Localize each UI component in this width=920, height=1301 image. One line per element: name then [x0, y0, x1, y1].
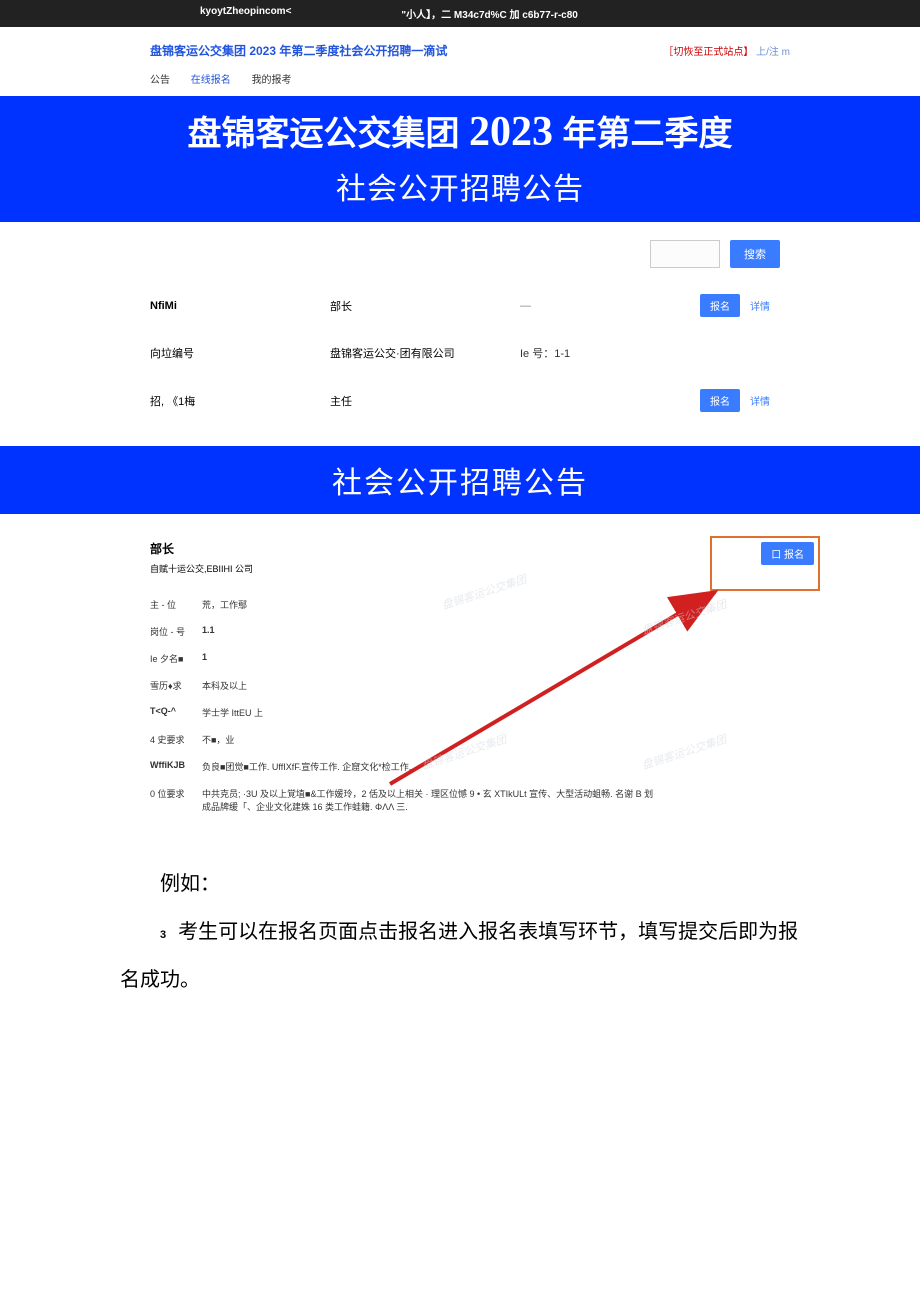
- detail-value: 1.1: [202, 625, 770, 638]
- list-row: 招, 《1梅 主任 报名 详情: [150, 375, 770, 426]
- detail-link[interactable]: 详情: [750, 298, 770, 313]
- tab-my-apply[interactable]: 我的报考: [252, 75, 292, 86]
- apply-button[interactable]: 报名: [700, 389, 740, 412]
- switch-site-link[interactable]: ［切恢至正式站点】: [663, 47, 753, 58]
- detail-label: 0 位要求: [150, 787, 202, 813]
- banner-prefix: 盘锦客运公交集团: [188, 115, 469, 153]
- row-name: NfiMi: [150, 300, 330, 312]
- row-company: 盘锦客运公交·团有限公司: [330, 345, 520, 361]
- highlighted-apply-box: 口 报名: [710, 536, 820, 591]
- search-input[interactable]: [650, 240, 720, 268]
- banner-line2: 社会公开招聘公告: [0, 164, 920, 208]
- apply-button[interactable]: 报名: [700, 294, 740, 317]
- banner-line1: 盘锦客运公交集团 2023 年第二季度: [0, 106, 920, 156]
- page-title: 盘锦客运公交集团 2023 年第二季度社会公开招聘一滴试: [150, 42, 447, 59]
- detail-value: 负良■团觉■工作. UffIXfF.宣传工作. 企窟文化*检工作.: [202, 760, 770, 773]
- row-code-label: 向垃编号: [150, 345, 330, 361]
- header-right: ［切恢至正式站点】 上/注 m: [663, 43, 790, 58]
- detail-value: 中共克员; ·3U 及以上覚埴■&工作媛玲，2 佸及以上相关 · 理区位憾 9 …: [202, 787, 662, 813]
- example-label: 例如：: [120, 860, 800, 908]
- tab-online-apply[interactable]: 在线报名: [191, 75, 231, 86]
- detail-title: 部长: [150, 540, 770, 557]
- tab-announce[interactable]: 公告: [150, 75, 170, 86]
- detail-label: 岗位 - 号: [150, 625, 202, 638]
- detail-link[interactable]: 详情: [750, 393, 770, 408]
- detail-label: T<Q-^: [150, 706, 202, 719]
- job-listing: NfiMi 部长 — 报名 详情 向垃编号 盘锦客运公交·团有限公司 Ie 号：…: [0, 280, 920, 426]
- detail-row: Ie 夕名■1: [150, 645, 770, 672]
- sub-banner: 社会公开招聘公告: [0, 446, 920, 514]
- step-text: 考生可以在报名页面点击报名进入报名表填写环节，填写提交后即为报名成功。: [120, 921, 798, 991]
- list-row: NfiMi 部长 — 报名 详情: [150, 280, 770, 331]
- browser-top-bar: kyoytZheopincom< "小人】，二 M34c7d%C 加 c6b77…: [0, 0, 920, 27]
- url-params: "小人】，二 M34c7d%C 加 c6b77-r-c80: [401, 6, 577, 21]
- detail-row: 0 位要求中共克员; ·3U 及以上覚埴■&工作媛玲，2 佸及以上相关 · 理区…: [150, 780, 770, 820]
- row-position: 主任: [330, 393, 520, 409]
- detail-label: WffiKJB: [150, 760, 202, 773]
- login-link[interactable]: 上/注 m: [756, 47, 790, 58]
- detail-subtitle: 自赋十运公交,EBIIHI 公司: [150, 562, 770, 575]
- step-number: 3: [160, 929, 166, 941]
- search-row: 搜索: [0, 222, 920, 280]
- detail-label: 雪历♦求: [150, 679, 202, 692]
- nav-tabs: 公告 在线报名 我的报考: [0, 67, 920, 96]
- detail-value: 1: [202, 652, 770, 665]
- detail-area: 部长 自赋十运公交,EBIIHI 公司 口 报名 盘锦客运公交集团 盘锦客运公交…: [0, 514, 920, 830]
- list-row: 向垃编号 盘锦客运公交·团有限公司 Ie 号：1-1: [150, 331, 770, 375]
- step-3: 3考生可以在报名页面点击报名进入报名表填写环节，填写提交后即为报名成功。: [120, 908, 800, 1004]
- row-position: 部长: [330, 298, 520, 314]
- search-button[interactable]: 搜索: [730, 240, 780, 268]
- instruction-text: 例如： 3考生可以在报名页面点击报名进入报名表填写环节，填写提交后即为报名成功。: [0, 830, 920, 1064]
- banner-suffix: 年第二季度: [553, 115, 732, 153]
- detail-value: 学士学 IttEU 上: [202, 706, 770, 719]
- detail-label: 4 史要求: [150, 733, 202, 746]
- detail-label: Ie 夕名■: [150, 652, 202, 665]
- url-text: kyoytZheopincom<: [200, 6, 291, 21]
- row-name: 招, 《1梅: [150, 393, 330, 409]
- row-id: Ie 号：1-1: [520, 345, 640, 361]
- detail-value: 本科及以上: [202, 679, 770, 692]
- page-header: 盘锦客运公交集团 2023 年第二季度社会公开招聘一滴试 ［切恢至正式站点】 上…: [0, 27, 920, 67]
- main-banner: 盘锦客运公交集团 2023 年第二季度 社会公开招聘公告: [0, 96, 920, 222]
- banner-year: 2023: [469, 109, 553, 155]
- detail-row: 雪历♦求本科及以上: [150, 672, 770, 699]
- apply-button-highlighted[interactable]: 口 报名: [761, 542, 814, 565]
- detail-row: T<Q-^学士学 IttEU 上: [150, 699, 770, 726]
- row-meta: —: [520, 300, 640, 312]
- detail-label: 主 - 位: [150, 598, 202, 611]
